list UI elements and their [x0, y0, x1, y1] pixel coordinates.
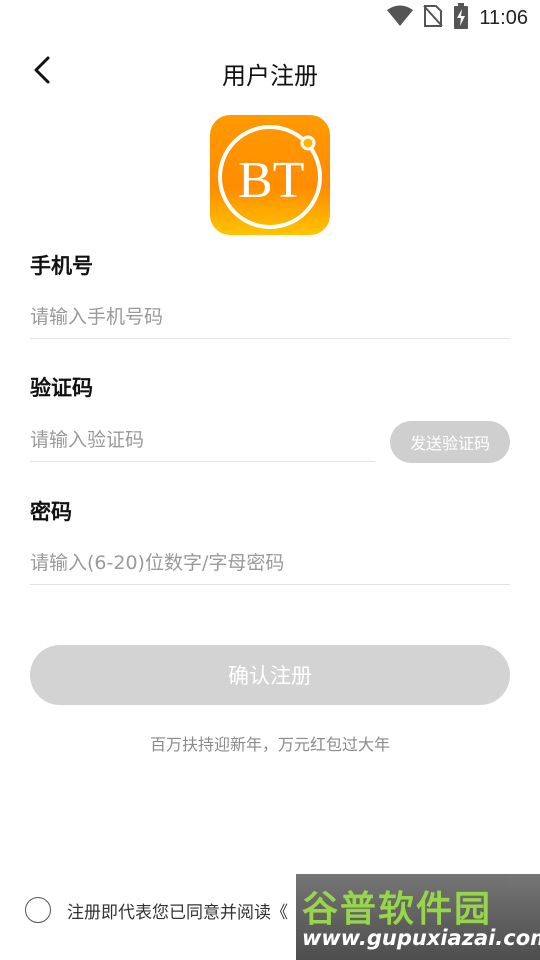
app-logo: BT: [210, 115, 330, 235]
agreement-row: 注册即代表您已同意并阅读 《: [25, 895, 288, 925]
promo-text: 百万扶持迎新年，万元红包过大年: [149, 735, 390, 754]
wifi-icon: [387, 5, 414, 31]
password-input[interactable]: [30, 542, 510, 585]
watermark: 谷普软件园 www.gupuxiazai.com: [296, 874, 540, 960]
status-time: 11:06: [479, 6, 528, 29]
agreement-checkbox[interactable]: [25, 897, 51, 923]
send-code-button[interactable]: 发送验证码: [390, 421, 510, 463]
no-sim-icon: [423, 4, 444, 32]
code-input[interactable]: [30, 419, 375, 462]
phone-label: 手机号: [30, 254, 93, 278]
agreement-link[interactable]: 《: [271, 898, 288, 923]
status-icons: 11:06: [387, 3, 528, 33]
watermark-title: 谷普软件园: [302, 889, 493, 930]
logo-text: BT: [238, 152, 304, 209]
confirm-register-button[interactable]: 确认注册: [30, 645, 510, 705]
page-title: 用户注册: [222, 62, 318, 90]
phone-input[interactable]: [30, 296, 510, 339]
password-label: 密码: [30, 500, 72, 524]
watermark-url: www.gupuxiazai.com: [302, 926, 540, 950]
status-bar: 11:06: [0, 0, 540, 36]
agreement-text: 注册即代表您已同意并阅读: [67, 902, 271, 923]
battery-charging-icon: [453, 3, 469, 33]
nav-bar: 用户注册: [0, 44, 540, 100]
code-label: 验证码: [30, 376, 93, 400]
